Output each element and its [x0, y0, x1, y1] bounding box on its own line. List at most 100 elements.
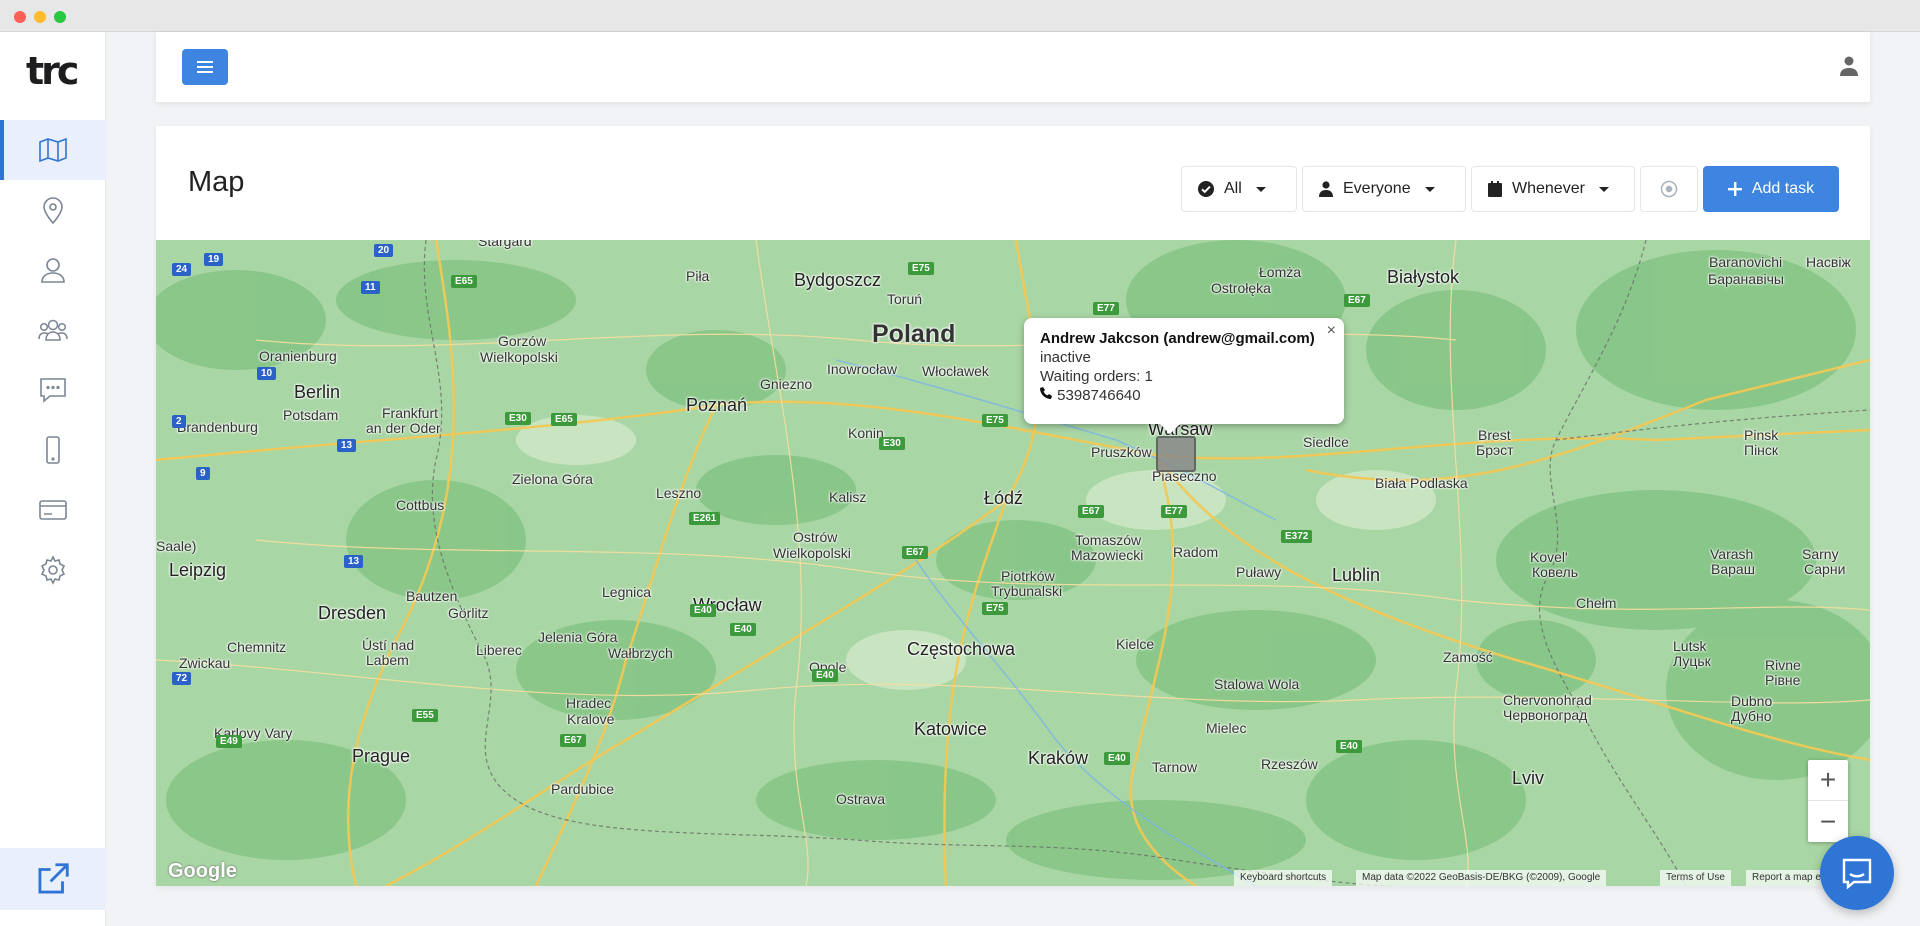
map-city-label: Rzeszów: [1261, 756, 1318, 772]
map-city-label: Pruszków: [1091, 444, 1152, 460]
location-pin-icon: [43, 197, 63, 225]
map-city-label: Ostrava: [836, 791, 886, 807]
driver-phone-row: 5398746640: [1040, 387, 1328, 404]
map-city-label: Görlitz: [448, 605, 489, 621]
sidebar-item-devices[interactable]: [0, 420, 106, 480]
road-shield: 11: [361, 281, 380, 294]
sidebar-item-messages[interactable]: [0, 360, 106, 420]
road-shield: E40: [1104, 752, 1130, 765]
map-city-label: Брэст: [1476, 442, 1514, 458]
map-city-label: Prague: [352, 746, 411, 766]
map-city-label: Gniezno: [760, 376, 813, 392]
map-city-label: Włocławek: [922, 363, 989, 379]
road-shield: E261: [689, 512, 721, 525]
status-filter-dropdown[interactable]: All: [1181, 166, 1297, 212]
road-shield: E55: [412, 709, 438, 722]
map-city-label: Leszno: [656, 485, 702, 501]
map-city-label: Kielce: [1116, 636, 1155, 652]
zoom-out-button[interactable]: −: [1808, 801, 1848, 842]
map-city-label: Częstochowa: [907, 639, 1016, 659]
sidebar-item-locations[interactable]: [0, 180, 106, 240]
map-city-label: Trybunalski: [991, 583, 1063, 599]
credit-card-icon: [39, 500, 67, 520]
map-city-label: Cottbus: [396, 497, 445, 513]
plus-icon: [1727, 182, 1742, 196]
sidebar-item-team[interactable]: [0, 300, 106, 360]
keyboard-shortcuts-link[interactable]: Keyboard shortcuts: [1234, 870, 1333, 886]
map-city-label: Zielona Góra: [512, 471, 593, 487]
gear-icon: [40, 555, 66, 585]
chevron-down-icon: [1424, 186, 1435, 192]
sidebar-item-user[interactable]: [0, 240, 106, 300]
sidebar-item-billing[interactable]: [0, 480, 106, 540]
zoom-in-button[interactable]: +: [1808, 760, 1848, 801]
minimize-window-button[interactable]: [34, 11, 46, 23]
map-city-label: Lublin: [1332, 565, 1381, 585]
road-shield: 13: [344, 555, 364, 568]
date-filter-dropdown[interactable]: Whenever: [1471, 166, 1635, 212]
map-city-label: Piła: [686, 268, 710, 284]
driver-phone[interactable]: 5398746640: [1057, 387, 1140, 404]
menu-toggle-button[interactable]: [182, 49, 228, 85]
sidebar: trc: [0, 32, 106, 926]
maximize-window-button[interactable]: [54, 11, 66, 23]
date-filter-label: Whenever: [1512, 180, 1585, 197]
map-terrain: [156, 240, 1870, 886]
sidebar-item-settings[interactable]: [0, 540, 106, 600]
road-shield: E65: [551, 413, 577, 426]
hamburger-icon: [197, 61, 213, 73]
map-city-label: Łódź: [984, 488, 1024, 508]
road-shield: E77: [1161, 505, 1187, 518]
map-city-label: Poznań: [686, 395, 748, 415]
map-city-label: Inowrocław: [827, 361, 898, 377]
map-data-attribution: Map data ©2022 GeoBasis-DE/BKG (©2009), …: [1356, 870, 1607, 886]
close-window-button[interactable]: [14, 11, 26, 23]
road-shield: 9: [196, 467, 210, 480]
locate-button[interactable]: [1640, 166, 1698, 212]
road-shield: E40: [690, 604, 716, 617]
vehicle-marker[interactable]: [1156, 436, 1196, 472]
map-city-label: Дубно: [1731, 708, 1772, 724]
map-city-label: Tarnow: [1152, 759, 1198, 775]
map-city-label: Hradec: [566, 695, 612, 711]
close-icon[interactable]: ×: [1327, 322, 1336, 340]
app-logo[interactable]: trc: [26, 49, 79, 93]
map-city-label: Kraków: [1028, 748, 1089, 768]
sidebar-item-map[interactable]: [0, 120, 106, 180]
road-shield: 20: [374, 244, 394, 257]
road-shield: E75: [982, 602, 1008, 615]
terms-of-use-link[interactable]: Terms of Use: [1660, 870, 1731, 886]
map-city-label: Stalowa Wola: [1214, 676, 1300, 692]
map-city-label: Berlin: [294, 382, 341, 402]
map-country-label: Poland: [872, 320, 956, 348]
page-title: Map: [188, 166, 245, 198]
users-icon: [38, 319, 68, 341]
map-icon: [39, 137, 67, 163]
map-city-label: Ковель: [1532, 564, 1579, 580]
map-view[interactable]: Poland Bydgoszcz Białystok Baranovichi Н…: [156, 240, 1870, 886]
map-city-label: Zamość: [1443, 649, 1493, 665]
zoom-controls: + −: [1808, 760, 1848, 842]
target-icon: [1660, 180, 1678, 198]
driver-info-popup: × Andrew Jakcson (andrew@gmail.com) inac…: [1024, 318, 1344, 434]
map-city-label: Bautzen: [406, 588, 458, 604]
external-link-icon: [38, 863, 69, 894]
map-city-label: Legnica: [602, 584, 652, 600]
map-city-label: Jelenia Góra: [538, 629, 618, 645]
external-link-button[interactable]: [0, 848, 106, 910]
map-city-label: Насвіж: [1806, 254, 1851, 270]
map-city-label: Wielkopolski: [480, 349, 558, 365]
road-shield: 10: [257, 367, 277, 380]
road-shield: E30: [505, 412, 531, 425]
map-city-label: Puławy: [1236, 564, 1282, 580]
assignee-filter-dropdown[interactable]: Everyone: [1302, 166, 1466, 212]
road-shield: 13: [337, 439, 357, 452]
chat-icon: [40, 378, 66, 403]
map-city-label: Radom: [1173, 544, 1219, 560]
add-task-button[interactable]: Add task: [1703, 166, 1839, 212]
user-menu-icon[interactable]: [1840, 56, 1858, 76]
map-city-label: Баранавічы: [1708, 271, 1784, 287]
map-city-label: Łomża: [1259, 264, 1302, 280]
map-city-label: Oranienburg: [259, 348, 337, 364]
support-chat-button[interactable]: [1820, 836, 1894, 910]
